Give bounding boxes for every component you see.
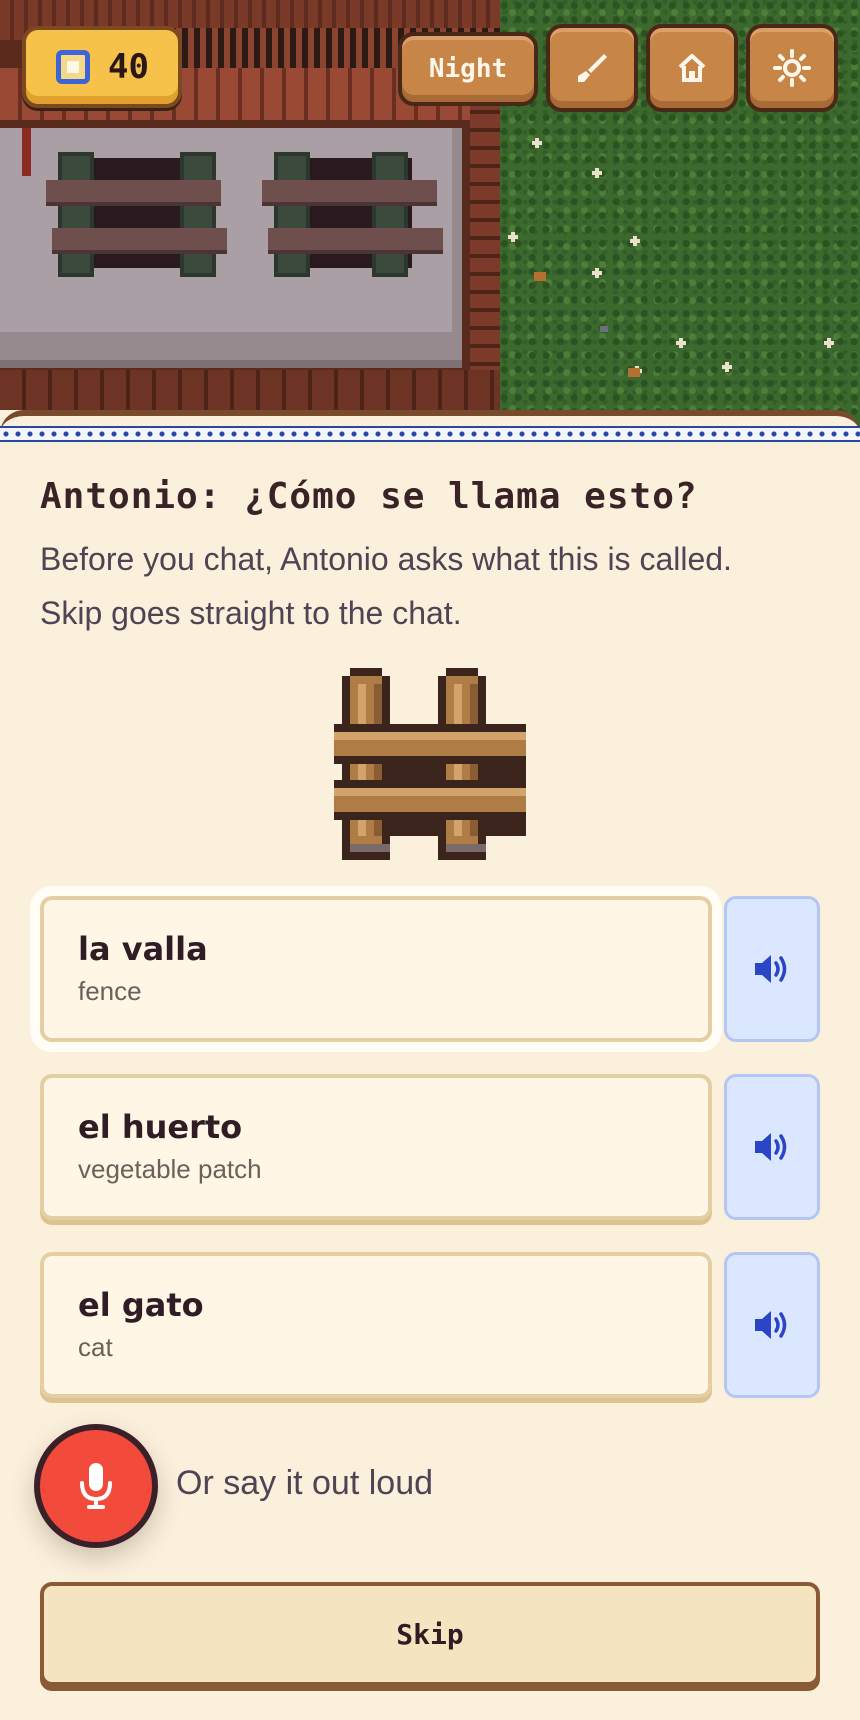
answer-option-el-gato[interactable]: el gato cat <box>40 1252 712 1398</box>
skip-button[interactable]: Skip <box>40 1582 820 1686</box>
microphone-icon <box>80 1463 112 1509</box>
bench-seat <box>262 180 437 206</box>
settings-button[interactable] <box>746 24 838 112</box>
fence-icon <box>334 668 526 860</box>
speaker-icon <box>755 1133 787 1161</box>
dirt-patch <box>534 272 546 281</box>
speaker-icon <box>755 1311 787 1339</box>
option-translation: fence <box>78 976 142 1006</box>
flower-icon <box>508 232 518 242</box>
speaker-icon <box>755 955 787 983</box>
night-label: Night <box>428 54 508 84</box>
microphone-button[interactable] <box>34 1424 158 1548</box>
option-word: el gato <box>78 1286 204 1324</box>
pebble <box>600 326 608 332</box>
bench-seat <box>46 180 221 206</box>
answer-option-la-valla[interactable]: la valla fence <box>40 896 712 1042</box>
quiz-panel: Antonio: ¿Cómo se llama esto? Before you… <box>0 410 860 1720</box>
flower-icon <box>592 268 602 278</box>
voice-prompt-label: Or say it out loud <box>176 1464 434 1502</box>
stone-floor <box>0 128 462 368</box>
answer-option-el-huerto[interactable]: el huerto vegetable patch <box>40 1074 712 1220</box>
coin-counter: 40 <box>22 26 182 108</box>
home-button[interactable] <box>646 24 738 112</box>
skip-label: Skip <box>396 1617 464 1651</box>
play-audio-button[interactable] <box>724 1074 820 1220</box>
sun-icon <box>773 49 811 87</box>
brick-wall-side <box>470 60 500 410</box>
floor-crack <box>22 128 31 176</box>
dirt-patch <box>628 368 640 377</box>
flower-icon <box>592 168 602 178</box>
option-word: la valla <box>78 930 208 968</box>
play-audio-button[interactable] <box>724 896 820 1042</box>
flower-icon <box>630 236 640 246</box>
coin-count: 40 <box>108 47 149 87</box>
bench-leg <box>180 152 216 277</box>
coin-icon <box>56 50 90 84</box>
bench[interactable] <box>262 152 443 277</box>
option-word: el huerto <box>78 1108 243 1146</box>
home-icon <box>678 54 706 82</box>
prompt-subtitle: Before you chat, Antonio asks what this … <box>40 541 732 631</box>
option-translation: cat <box>78 1332 113 1362</box>
brick-base <box>0 370 500 410</box>
play-audio-button[interactable] <box>724 1252 820 1398</box>
bench-leg <box>58 152 94 277</box>
bench-leg <box>274 152 310 277</box>
brush-icon <box>578 54 607 82</box>
bench-seat <box>268 228 443 254</box>
prompt-title: Antonio: ¿Cómo se llama esto? <box>40 476 698 517</box>
bench-leg <box>372 152 408 277</box>
flower-icon <box>722 362 732 372</box>
tile-border <box>0 426 860 442</box>
bench-seat <box>52 228 227 254</box>
option-translation: vegetable patch <box>78 1154 262 1184</box>
bench[interactable] <box>46 152 227 277</box>
flower-icon <box>532 138 542 148</box>
flower-icon <box>824 338 834 348</box>
brush-button[interactable] <box>546 24 638 112</box>
flower-icon <box>676 338 686 348</box>
night-toggle-button[interactable]: Night <box>398 32 538 106</box>
